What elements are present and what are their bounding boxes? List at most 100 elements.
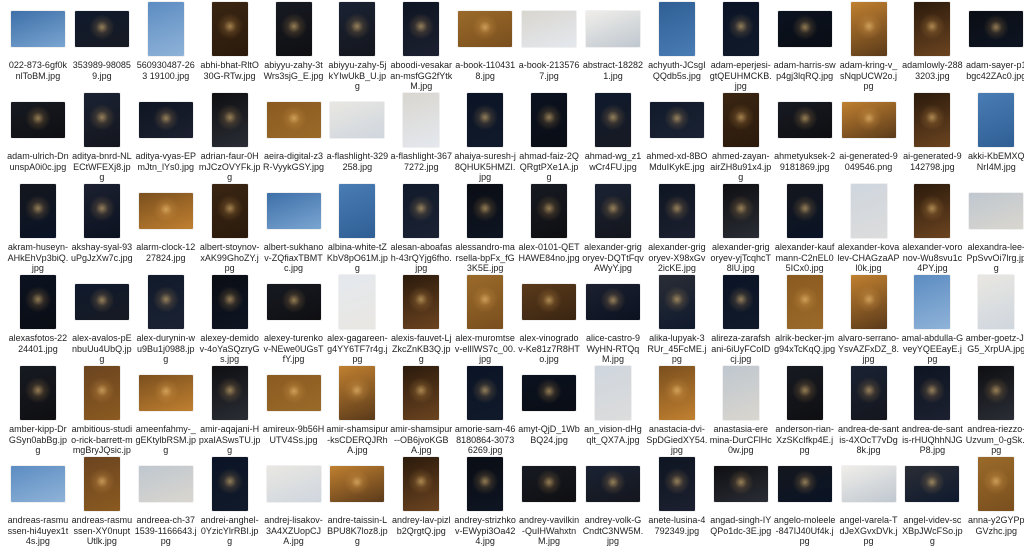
image-thumbnail[interactable] (467, 93, 504, 147)
file-tile[interactable]: alexis-fauvet-LjZkcZnKB3Q.jpg (389, 273, 453, 364)
image-thumbnail[interactable] (658, 457, 695, 511)
file-tile[interactable]: abhi-bhat-RltO30G-RTw.jpg (198, 0, 262, 91)
file-tile[interactable]: alika-lupyak-3RUr_45FcME.jpg (645, 273, 709, 364)
image-thumbnail[interactable] (585, 11, 640, 47)
image-thumbnail[interactable] (649, 102, 704, 138)
image-thumbnail[interactable] (722, 2, 759, 56)
image-thumbnail[interactable] (658, 184, 695, 238)
file-tile[interactable]: aditya-vyas-EPmJtn_lYs0.jpg (134, 91, 198, 182)
image-thumbnail[interactable] (403, 2, 440, 56)
image-thumbnail[interactable] (850, 184, 887, 238)
image-thumbnail[interactable] (403, 457, 440, 511)
file-tile[interactable]: alex-vinogradov-Ke81z7R8HTo.jpg (517, 273, 581, 364)
file-tile[interactable]: alexander-grigoryev-DQTtFqvAWyY.jpg (581, 182, 645, 273)
file-tile[interactable]: amal-abdulla-GveyYQEEayE.jpg (900, 273, 964, 364)
file-tile[interactable]: anete-lusina-4792349.jpg (645, 455, 709, 546)
image-thumbnail[interactable] (594, 366, 631, 420)
file-tile[interactable]: andrey-strizhkov-EWypi3Oa424.jpg (453, 455, 517, 546)
image-thumbnail[interactable] (83, 366, 120, 420)
file-tile[interactable]: a-flashlight-329258.jpg (325, 91, 389, 182)
image-thumbnail[interactable] (211, 457, 248, 511)
file-tile[interactable]: alex-0101-QETHAWE84no.jpg (517, 182, 581, 273)
file-tile[interactable]: alex-avalos-pEnbuUu4UbQ.jpg (70, 273, 134, 364)
file-tile[interactable]: adam-eperjesi-gtQEUHMCKB.jpg (709, 0, 773, 91)
file-tile[interactable]: alarm-clock-1227824.jpg (134, 182, 198, 273)
file-tile[interactable]: aboodi-vesakaran-msfGG2fYtkM.jpg (389, 0, 453, 91)
image-thumbnail[interactable] (330, 466, 385, 502)
image-thumbnail[interactable] (458, 11, 513, 47)
file-tile[interactable]: albert-sukhanov-ZQfiaxTBMTc.jpg (262, 182, 326, 273)
image-thumbnail[interactable] (522, 466, 577, 502)
image-thumbnail[interactable] (330, 102, 385, 138)
image-thumbnail[interactable] (850, 275, 887, 329)
file-tile[interactable]: amorie-sam-468180864-30736269.jpg (453, 364, 517, 455)
image-thumbnail[interactable] (841, 102, 896, 138)
image-thumbnail[interactable] (403, 275, 440, 329)
image-thumbnail[interactable] (978, 366, 1015, 420)
file-tile[interactable]: andrey-vavilkin-QuIHWahxtnM.jpg (517, 455, 581, 546)
image-thumbnail[interactable] (978, 93, 1015, 147)
file-tile[interactable]: adamlowly-2883203.jpg (900, 0, 964, 91)
file-tile[interactable]: ambitious-studio-rick-barrett-mmgBryJQsi… (70, 364, 134, 455)
file-tile[interactable]: abiyyu-zahy-5jkYIwUkB_U.jpg (325, 0, 389, 91)
file-tile[interactable]: alrik-becker-jmg94xTcKqQ.jpg (773, 273, 837, 364)
file-tile[interactable]: abiyyu-zahy-3tWrs3sjG_E.jpg (262, 0, 326, 91)
image-thumbnail[interactable] (905, 466, 960, 502)
file-tile[interactable]: a-book-2135767.jpg (517, 0, 581, 91)
file-tile[interactable]: alesan-aboafash-43rQYjg6fho.jpg (389, 182, 453, 273)
file-tile[interactable]: angel-varela-TdJeXGvxDVk.jpg (837, 455, 901, 546)
image-thumbnail[interactable] (138, 193, 193, 229)
file-tile[interactable]: amir-shamsipur--OB6jvoKGBA.jpg (389, 364, 453, 455)
image-thumbnail[interactable] (777, 102, 832, 138)
image-thumbnail[interactable] (83, 184, 120, 238)
image-thumbnail[interactable] (467, 275, 504, 329)
file-tile[interactable]: angad-singh-IYQPo1dc-3E.jpg (709, 455, 773, 546)
image-thumbnail[interactable] (850, 2, 887, 56)
file-tile[interactable]: ahaiya-suresh-j8QHUK5HMZI.jpg (453, 91, 517, 182)
file-tile[interactable]: 022-873-6gf0knlToBM.jpg (6, 0, 70, 91)
file-tile[interactable]: alexasfotos-2224401.jpg (6, 273, 70, 364)
file-tile[interactable]: ahmetyuksek-29181869.jpg (773, 91, 837, 182)
image-thumbnail[interactable] (403, 93, 440, 147)
image-thumbnail[interactable] (147, 2, 184, 56)
file-tile[interactable]: andre-taissin-LBPU8K7loz8.jpg (325, 455, 389, 546)
file-tile[interactable]: 353989-980859.jpg (70, 0, 134, 91)
file-tile[interactable]: alexey-demidov-4oYaSQzryGs.jpg (198, 273, 262, 364)
image-thumbnail[interactable] (722, 184, 759, 238)
image-thumbnail[interactable] (266, 375, 321, 411)
file-tile[interactable]: adrian-faur-0HmJCzOVYFk.jpg (198, 91, 262, 182)
file-tile[interactable]: alvaro-serrano-YsvAZFxDZ_8.jpg (837, 273, 901, 364)
image-thumbnail[interactable] (978, 275, 1015, 329)
file-tile[interactable]: akram-huseyn-AHkEhVp3biQ.jpg (6, 182, 70, 273)
file-tile[interactable]: adam-sayer-p1bgc42ZAc0.jpg (964, 0, 1024, 91)
file-tile[interactable]: abstract-182821.jpg (581, 0, 645, 91)
image-thumbnail[interactable] (594, 184, 631, 238)
file-tile[interactable]: aditya-bnrd-NLECtWFEXj8.jpg (70, 91, 134, 182)
image-thumbnail[interactable] (339, 2, 376, 56)
file-tile[interactable]: anderson-rian-XzSKcIfkp4E.jpg (773, 364, 837, 455)
file-tile[interactable]: alexander-voronov-Wu8svu1c4PY.jpg (900, 182, 964, 273)
image-thumbnail[interactable] (914, 366, 951, 420)
image-thumbnail[interactable] (10, 466, 65, 502)
file-tile[interactable]: ameenfahmy-_gEKtylbRSM.jpg (134, 364, 198, 455)
file-tile[interactable]: achyuth-JCsgIQQdb5s.jpg (645, 0, 709, 91)
file-tile[interactable]: an_vision-dHgqlt_QX7A.jpg (581, 364, 645, 455)
image-thumbnail[interactable] (914, 93, 951, 147)
image-thumbnail[interactable] (339, 184, 376, 238)
file-tile[interactable]: andrej-lisakov-3A4XZUopCJA.jpg (262, 455, 326, 546)
image-thumbnail[interactable] (403, 366, 440, 420)
file-tile[interactable]: alexander-kaufmann-C2nEL05ICx0.jpg (773, 182, 837, 273)
file-tile[interactable]: ai-generated-9049546.png (837, 91, 901, 182)
image-thumbnail[interactable] (83, 93, 120, 147)
image-thumbnail[interactable] (19, 275, 56, 329)
file-tile[interactable]: alexander-grigoryev-X98xGv2icKE.jpg (645, 182, 709, 273)
image-thumbnail[interactable] (585, 466, 640, 502)
file-tile[interactable]: amber-kipp-DrGSyn0abBg.jpg (6, 364, 70, 455)
file-tile[interactable]: anastacia-dvi-SpDGiedXY54.jpg (645, 364, 709, 455)
file-tile[interactable]: andreas-rasmussen-XY0nuptUtlk.jpg (70, 455, 134, 546)
file-tile[interactable]: andrey-lav-pizlb2QrgtQ.jpg (389, 455, 453, 546)
file-tile[interactable]: alexander-grigoryev-yjTcqhcT8lU.jpg (709, 182, 773, 273)
image-thumbnail[interactable] (339, 366, 376, 420)
image-thumbnail[interactable] (969, 193, 1024, 229)
file-tile[interactable]: adam-ulrich-DnunspA0i0c.jpg (6, 91, 70, 182)
